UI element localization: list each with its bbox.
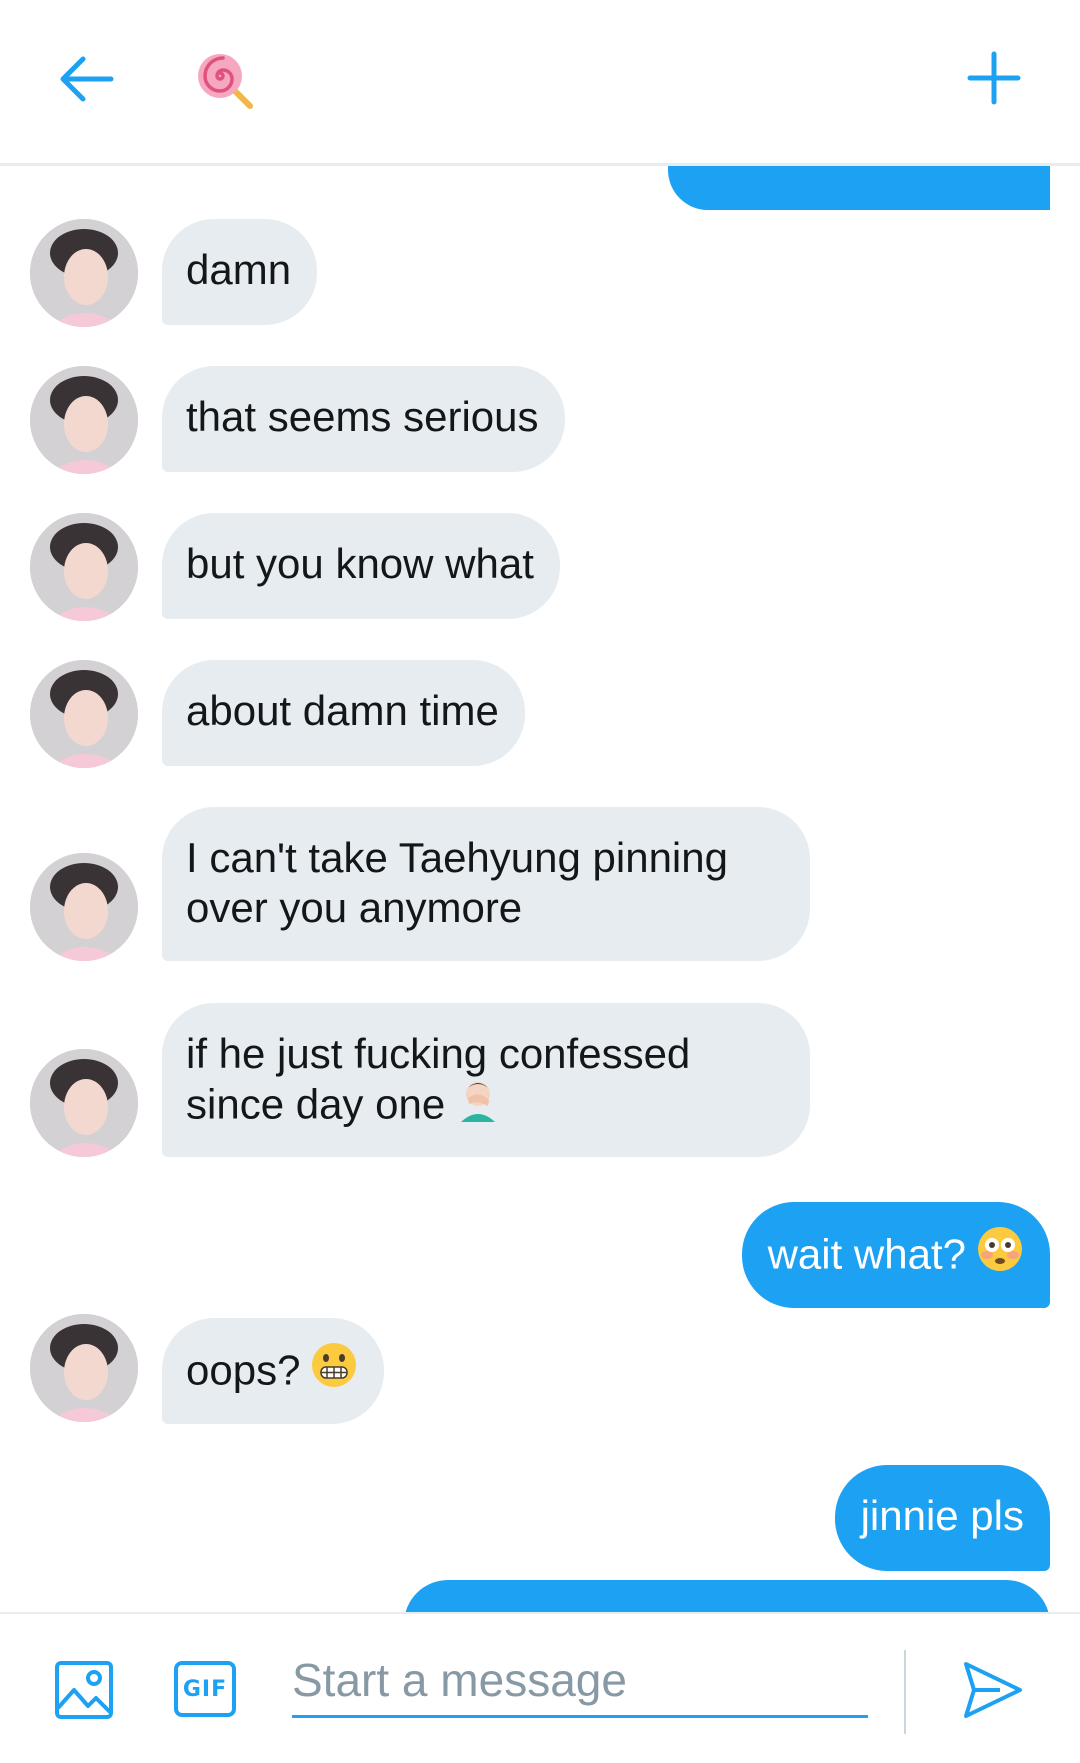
outgoing-message[interactable]: jinnie pls bbox=[834, 1465, 1050, 1571]
incoming-message[interactable]: but you know what bbox=[162, 513, 560, 619]
message-row: jinnie pls bbox=[0, 1465, 1080, 1571]
gif-button[interactable]: GIF bbox=[174, 1661, 236, 1717]
arrow-left-icon bbox=[60, 56, 114, 102]
new-message-button[interactable] bbox=[960, 44, 1028, 112]
flushed-face-emoji-icon bbox=[976, 1225, 1024, 1284]
send-button[interactable] bbox=[960, 1658, 1024, 1722]
avatar[interactable] bbox=[30, 219, 138, 327]
add-media-button[interactable] bbox=[54, 1660, 114, 1720]
conversation-header bbox=[0, 0, 1080, 166]
grimacing-face-emoji-icon bbox=[310, 1341, 358, 1400]
incoming-message[interactable]: damn bbox=[162, 219, 318, 325]
incoming-message[interactable]: if he just fucking confessed since day o… bbox=[162, 1003, 810, 1157]
incoming-message[interactable]: about damn time bbox=[162, 660, 525, 766]
outgoing-message[interactable]: wait what? bbox=[741, 1202, 1050, 1308]
message-thread[interactable]: damn that seems serious but you know wha… bbox=[0, 166, 1080, 1612]
gif-label: GIF bbox=[182, 1676, 228, 1702]
message-composer: GIF bbox=[0, 1612, 1080, 1763]
incoming-message[interactable]: I can't take Taehyung pinning over you a… bbox=[162, 807, 810, 961]
back-button[interactable] bbox=[50, 48, 120, 110]
image-icon bbox=[55, 1661, 113, 1719]
message-input[interactable] bbox=[292, 1644, 868, 1718]
avatar[interactable] bbox=[30, 1314, 138, 1422]
outgoing-bubble-partial bbox=[668, 166, 1050, 210]
avatar[interactable] bbox=[30, 660, 138, 768]
avatar[interactable] bbox=[30, 1049, 138, 1157]
incoming-message[interactable]: oops? bbox=[162, 1318, 385, 1424]
conversation-avatar[interactable] bbox=[190, 46, 260, 116]
message-row: wait what? bbox=[0, 1202, 1080, 1308]
avatar[interactable] bbox=[30, 366, 138, 474]
lollipop-icon bbox=[198, 54, 253, 109]
plus-icon bbox=[967, 51, 1021, 105]
facepalm-emoji-icon bbox=[455, 1076, 501, 1133]
incoming-message[interactable]: that seems serious bbox=[162, 366, 565, 472]
composer-divider bbox=[904, 1650, 906, 1734]
avatar[interactable] bbox=[30, 513, 138, 621]
avatar[interactable] bbox=[30, 853, 138, 961]
outgoing-bubble-partial bbox=[404, 1580, 1050, 1612]
send-icon bbox=[964, 1662, 1022, 1718]
